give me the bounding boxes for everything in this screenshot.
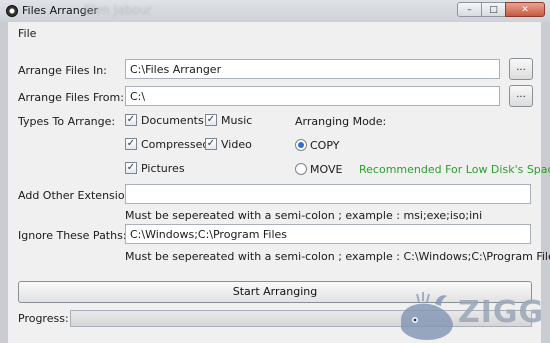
- watermark-text: ZIGG: [458, 295, 545, 330]
- move-label: MOVE: [310, 163, 343, 176]
- close-button[interactable]: ✕: [505, 2, 545, 17]
- documents-checkbox[interactable]: ✓: [125, 114, 137, 126]
- close-icon: ✕: [521, 4, 529, 15]
- app-icon: [6, 5, 18, 17]
- other-extensions-field[interactable]: [125, 184, 531, 204]
- maximize-icon: □: [489, 4, 498, 15]
- arrange-from-browse-button[interactable]: ...: [509, 85, 533, 107]
- ignore-paths-field[interactable]: C:\Windows;C:\Program Files: [125, 224, 531, 244]
- maximize-button[interactable]: □: [481, 2, 506, 17]
- video-label: Video: [221, 138, 252, 151]
- menu-bar: File: [8, 22, 541, 42]
- background-window-title: Elen Jabour: [84, 3, 153, 17]
- ignore-paths-hint: Must be sepereated with a semi-colon ; e…: [125, 250, 550, 263]
- documents-label: Documents: [141, 114, 204, 127]
- minimize-icon: –: [467, 4, 472, 15]
- arrange-in-browse-button[interactable]: ...: [509, 58, 533, 80]
- copy-radio[interactable]: [295, 139, 307, 151]
- compressed-label: Compressed: [141, 138, 210, 151]
- video-checkbox[interactable]: ✓: [205, 138, 217, 150]
- recommendation-note: Recommended For Low Disk's Space: [359, 163, 550, 176]
- window-controls: – □ ✕: [457, 2, 545, 17]
- music-checkbox[interactable]: ✓: [205, 114, 217, 126]
- compressed-checkbox[interactable]: ✓: [125, 138, 137, 150]
- minimize-button[interactable]: –: [457, 2, 482, 17]
- arrange-in-field[interactable]: C:\Files Arranger: [125, 59, 500, 79]
- progress-label: Progress:: [18, 312, 69, 325]
- ignore-paths-label: Ignore These Paths:: [18, 229, 127, 242]
- pictures-label: Pictures: [141, 162, 185, 175]
- zigg-watermark: ZIGG: [395, 290, 550, 343]
- other-extensions-label: Add Other Extensions:: [18, 189, 141, 202]
- pictures-checkbox[interactable]: ✓: [125, 162, 137, 174]
- whale-logo-icon: [401, 292, 453, 340]
- title-bar[interactable]: Files Arranger Elen Jabour – □ ✕: [0, 0, 550, 22]
- types-label: Types To Arrange:: [18, 115, 116, 128]
- arrange-from-field[interactable]: C:\: [125, 86, 500, 106]
- arrange-in-label: Arrange Files In:: [18, 64, 107, 77]
- arranging-mode-label: Arranging Mode:: [295, 115, 387, 128]
- copy-label: COPY: [310, 139, 340, 152]
- move-radio[interactable]: [295, 163, 307, 175]
- arrange-from-label: Arrange Files From:: [18, 91, 124, 104]
- menu-file[interactable]: File: [18, 27, 36, 40]
- music-label: Music: [221, 114, 253, 127]
- other-extensions-hint: Must be sepereated with a semi-colon ; e…: [125, 209, 483, 222]
